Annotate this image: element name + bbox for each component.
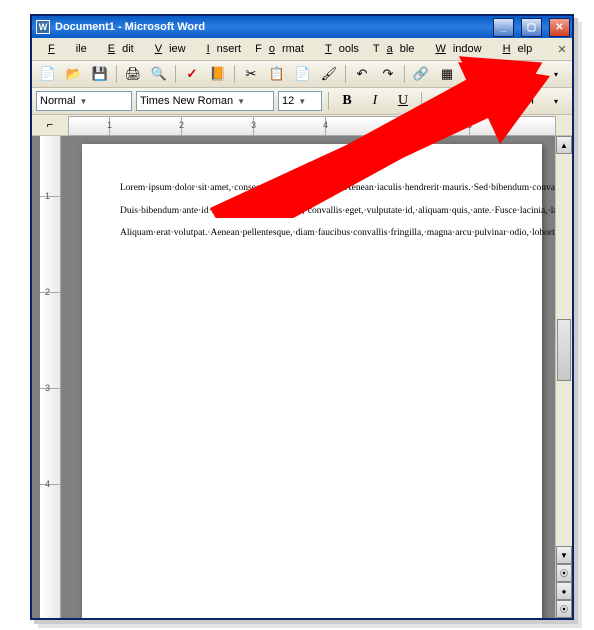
app-window: W Document1 - Microsoft Word _ ▢ ✕ File … [30,14,574,620]
horizontal-ruler[interactable]: 123456 [68,116,556,136]
toolbar-options-icon[interactable]: ▾ [544,62,568,86]
menu-window[interactable]: Window [421,41,488,57]
new-icon[interactable]: 📄 [36,62,60,86]
align-left-icon[interactable]: ≡ [428,89,452,113]
font-size-value: 12 [282,95,294,107]
window-title: Document1 - Microsoft Word [55,21,205,33]
cut-icon[interactable]: ✂ [239,62,263,86]
paragraph[interactable]: Aliquam·erat·volutpat.·Aenean·pellentesq… [120,227,504,240]
toolbar-options-icon[interactable]: ▾ [544,89,568,113]
bold-button[interactable]: B [335,89,359,113]
close-button[interactable]: ✕ [549,18,570,37]
italic-button[interactable]: I [363,89,387,113]
menu-tools[interactable]: Tools [311,41,366,57]
menu-insert[interactable]: Insert [193,41,249,57]
open-icon[interactable]: 📂 [62,62,86,86]
scroll-down-icon[interactable]: ▼ [556,546,572,564]
hyperlink-icon[interactable]: 🔗 [409,62,433,86]
titlebar[interactable]: W Document1 - Microsoft Word _ ▢ ✕ [32,16,572,38]
print-icon[interactable]: 🖨 [121,62,145,86]
font-size-combo[interactable]: 12 ▼ [278,91,322,111]
standard-toolbar: 📄 📂 💾 🖨 🔍 ✓ 📙 ✂ 📋 📄 🖌 ↶ ↷ 🔗 ▦ ¶ ▾ [32,61,572,88]
maximize-button[interactable]: ▢ [521,18,542,37]
page-scroll-area[interactable]: Lorem·ipsum·dolor·sit·amet,·consectetuer… [69,136,555,618]
close-document-button[interactable]: ✕ [554,41,570,57]
chevron-down-icon: ▼ [237,97,245,106]
research-icon[interactable]: 📙 [206,62,230,86]
decrease-indent-icon[interactable]: ⇤ [488,89,512,113]
paragraph[interactable]: Duis·bibendum·ante·id·neque.·Nunc·magna·… [120,205,504,218]
horizontal-ruler-row: ⌐ 123456 [32,115,572,136]
scroll-up-icon[interactable]: ▲ [556,136,572,154]
browse-object-icon[interactable]: ● [556,582,572,600]
menu-bar: File Edit View Insert Format Tools Table… [32,38,572,61]
paste-icon[interactable]: 📄 [291,62,315,86]
menu-format[interactable]: Format [248,41,311,57]
style-combo[interactable]: Normal ▼ [36,91,132,111]
format-painter-icon[interactable]: 🖌 [317,62,341,86]
underline-button[interactable]: U [391,89,415,113]
paragraph[interactable]: Lorem·ipsum·dolor·sit·amet,·consectetuer… [120,182,504,195]
style-value: Normal [40,95,75,107]
spelling-icon[interactable]: ✓ [180,62,204,86]
chevron-down-icon: ▼ [79,97,87,106]
redo-icon[interactable]: ↷ [376,62,400,86]
document-page[interactable]: Lorem·ipsum·dolor·sit·amet,·consectetuer… [82,144,542,618]
font-value: Times New Roman [140,95,233,107]
chevron-down-icon: ▼ [298,97,306,106]
undo-icon[interactable]: ↶ [350,62,374,86]
tab-selector[interactable]: ⌐ [32,115,68,135]
next-page-icon[interactable]: ⦿ [556,600,572,618]
menu-view[interactable]: View [141,41,193,57]
previous-page-icon[interactable]: ⦿ [556,564,572,582]
copy-icon[interactable]: 📋 [265,62,289,86]
align-center-icon[interactable]: ≡ [456,89,480,113]
document-area: 1234 Lorem·ipsum·dolor·sit·amet,·consect… [32,136,572,618]
print-preview-icon[interactable]: 🔍 [147,62,171,86]
word-icon: W [36,20,50,34]
menu-help[interactable]: Help [489,41,540,57]
vertical-scrollbar[interactable]: ▲ ▼ ⦿ ● ⦿ [555,136,572,618]
menu-file[interactable]: File [34,41,94,57]
tables-icon[interactable]: ▦ [435,62,459,86]
menu-edit[interactable]: Edit [94,41,141,57]
minimize-button[interactable]: _ [493,18,514,37]
vertical-ruler[interactable]: 1234 [40,136,61,618]
formatting-toolbar: Normal ▼ Times New Roman ▼ 12 ▼ B I U ≡ … [32,88,572,115]
increase-indent-icon[interactable]: ⇥ [516,89,540,113]
show-paragraph-icon[interactable]: ¶ [518,62,542,86]
scroll-thumb[interactable] [557,319,571,381]
save-icon[interactable]: 💾 [88,62,112,86]
font-combo[interactable]: Times New Roman ▼ [136,91,274,111]
menu-table[interactable]: Table [366,41,422,57]
